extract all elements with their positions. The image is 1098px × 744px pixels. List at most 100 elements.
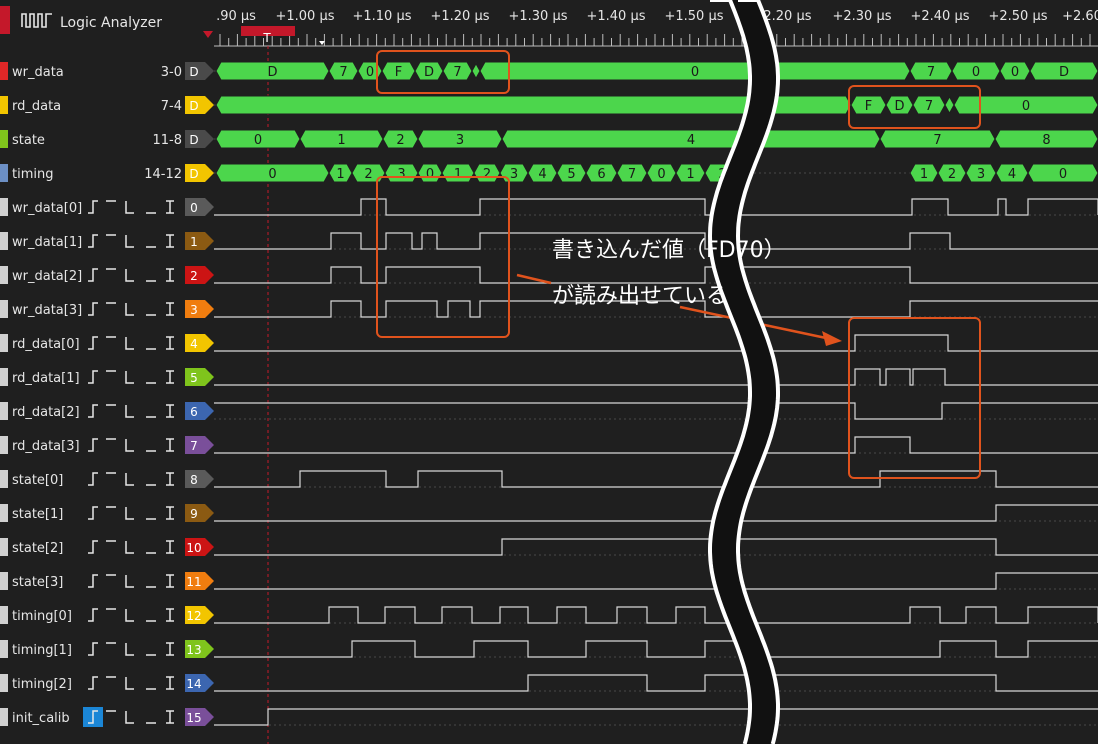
either-edge-trigger-icon[interactable] xyxy=(166,404,174,418)
either-edge-trigger-icon[interactable] xyxy=(166,506,174,520)
signal-row-state[0][interactable]: state[0] xyxy=(0,470,174,488)
bus-value-label: 1 xyxy=(686,167,694,182)
channel-badge-label: D xyxy=(189,99,198,113)
bus-row-state[interactable]: state 11-8 xyxy=(0,130,182,148)
signal-color-swatch xyxy=(0,232,8,250)
signal-row-init_calib[interactable]: init_calib xyxy=(0,707,174,727)
rising-edge-trigger-icon[interactable] xyxy=(88,676,98,690)
signal-row-rd_data[0][interactable]: rd_data[0] xyxy=(0,334,174,352)
either-edge-trigger-icon[interactable] xyxy=(166,302,174,316)
signal-waveform xyxy=(214,674,1098,692)
bus-value-label: 4 xyxy=(687,133,695,148)
signal-name: wr_data[0] xyxy=(12,201,82,216)
falling-edge-trigger-icon[interactable] xyxy=(125,269,134,282)
app-title: Logic Analyzer xyxy=(60,15,162,31)
channel-badge-label: 13 xyxy=(186,643,201,657)
time-ruler[interactable]: .90 μs +1.00 μs +1.10 μs +1.20 μs +1.30 μs +1… xyxy=(203,9,1098,744)
either-edge-trigger-icon[interactable] xyxy=(166,472,174,486)
signal-waveform xyxy=(214,368,1098,386)
either-edge-trigger-icon[interactable] xyxy=(166,676,174,690)
rising-edge-trigger-icon[interactable] xyxy=(88,370,98,384)
signal-row-rd_data[1][interactable]: rd_data[1] xyxy=(0,368,174,386)
rising-edge-trigger-icon[interactable] xyxy=(88,302,98,316)
falling-edge-trigger-icon[interactable] xyxy=(125,201,134,214)
falling-edge-trigger-icon[interactable] xyxy=(125,439,134,452)
falling-edge-trigger-icon[interactable] xyxy=(125,643,134,656)
falling-edge-trigger-icon[interactable] xyxy=(125,609,134,622)
bus-color-swatch xyxy=(0,96,8,114)
bus-row-timing[interactable]: timing 14-12 xyxy=(0,164,182,182)
signal-waveform xyxy=(214,402,1098,420)
rising-edge-trigger-icon[interactable] xyxy=(88,540,98,554)
rising-edge-trigger-icon[interactable] xyxy=(88,404,98,418)
falling-edge-trigger-icon[interactable] xyxy=(125,303,134,316)
signal-row-timing[1][interactable]: timing[1] xyxy=(0,640,174,658)
channel-badge-label: 10 xyxy=(186,541,201,555)
either-edge-trigger-icon[interactable] xyxy=(166,642,174,656)
falling-edge-trigger-icon[interactable] xyxy=(125,677,134,690)
bus-bit-range: 11-8 xyxy=(152,133,182,148)
falling-edge-trigger-icon[interactable] xyxy=(125,473,134,486)
channel-badge: 4 xyxy=(185,334,214,352)
signal-row-wr_data[1][interactable]: wr_data[1] xyxy=(0,232,174,250)
falling-edge-trigger-icon[interactable] xyxy=(125,371,134,384)
falling-edge-trigger-icon[interactable] xyxy=(125,507,134,520)
falling-edge-trigger-icon[interactable] xyxy=(125,575,134,588)
channel-badge: D xyxy=(185,62,214,80)
bus-value-label: 1 xyxy=(336,167,344,182)
bus-row-rd_data[interactable]: rd_data 7-4 xyxy=(0,96,182,114)
signal-row-rd_data[2][interactable]: rd_data[2] xyxy=(0,402,174,420)
signal-name: state[2] xyxy=(12,541,63,556)
rising-edge-trigger-icon[interactable] xyxy=(88,200,98,214)
rising-edge-trigger-icon[interactable] xyxy=(88,234,98,248)
rising-edge-trigger-icon[interactable] xyxy=(88,506,98,520)
time-tick-label: +1.20 μs xyxy=(430,9,489,24)
channel-badge: 3 xyxy=(185,300,214,318)
either-edge-trigger-icon[interactable] xyxy=(166,200,174,214)
signal-row-timing[0][interactable]: timing[0] xyxy=(0,606,174,624)
rising-edge-trigger-icon[interactable] xyxy=(88,472,98,486)
falling-edge-trigger-icon[interactable] xyxy=(125,711,134,724)
falling-edge-trigger-icon[interactable] xyxy=(125,337,134,350)
signal-row-wr_data[3][interactable]: wr_data[3] xyxy=(0,300,174,318)
either-edge-trigger-icon[interactable] xyxy=(166,574,174,588)
rising-edge-trigger-icon[interactable] xyxy=(88,642,98,656)
either-edge-trigger-icon[interactable] xyxy=(166,438,174,452)
signal-row-state[2][interactable]: state[2] xyxy=(0,538,174,556)
channel-badge-label: 5 xyxy=(190,371,198,385)
annotation-line-1: 書き込んだ値（FD70） xyxy=(552,238,786,263)
signal-row-state[3][interactable]: state[3] xyxy=(0,572,174,590)
falling-edge-trigger-icon[interactable] xyxy=(125,541,134,554)
signal-color-swatch xyxy=(0,538,8,556)
time-tick-label: +1.30 μs xyxy=(508,9,567,24)
bus-name: rd_data xyxy=(12,99,61,114)
bus-value-label: 1 xyxy=(454,167,462,182)
bus-value-label: 2 xyxy=(396,133,404,148)
signal-waveform xyxy=(214,606,1098,624)
either-edge-trigger-icon[interactable] xyxy=(166,268,174,282)
bus-row-wr_data[interactable]: wr_data 3-0 xyxy=(0,62,182,80)
either-edge-trigger-icon[interactable] xyxy=(166,370,174,384)
falling-edge-trigger-icon[interactable] xyxy=(125,405,134,418)
rising-edge-trigger-icon[interactable] xyxy=(88,336,98,350)
signal-row-timing[2][interactable]: timing[2] xyxy=(0,674,174,692)
falling-edge-trigger-icon[interactable] xyxy=(125,235,134,248)
signal-row-wr_data[0][interactable]: wr_data[0] xyxy=(0,198,174,216)
channel-badge: 14 xyxy=(185,674,214,692)
either-edge-trigger-icon[interactable] xyxy=(166,710,174,724)
rising-edge-trigger-icon[interactable] xyxy=(88,438,98,452)
annotation-pointer-line xyxy=(516,273,552,285)
signal-color-swatch xyxy=(0,300,8,318)
rising-edge-trigger-icon[interactable] xyxy=(88,608,98,622)
bus-value-label: 0 xyxy=(1011,65,1019,80)
either-edge-trigger-icon[interactable] xyxy=(166,336,174,350)
either-edge-trigger-icon[interactable] xyxy=(166,608,174,622)
signal-row-wr_data[2][interactable]: wr_data[2] xyxy=(0,266,174,284)
rising-edge-trigger-icon[interactable] xyxy=(88,574,98,588)
either-edge-trigger-icon[interactable] xyxy=(166,234,174,248)
bus-value-label: 3 xyxy=(977,167,985,182)
rising-edge-trigger-icon[interactable] xyxy=(88,268,98,282)
signal-row-rd_data[3][interactable]: rd_data[3] xyxy=(0,436,174,454)
either-edge-trigger-icon[interactable] xyxy=(166,540,174,554)
signal-row-state[1][interactable]: state[1] xyxy=(0,504,174,522)
